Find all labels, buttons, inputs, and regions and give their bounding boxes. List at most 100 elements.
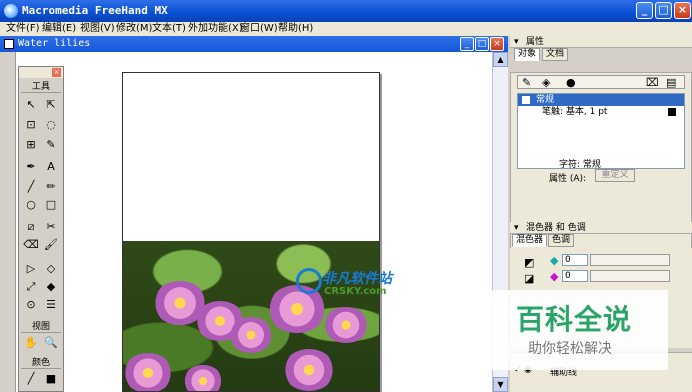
fill-color-icon[interactable]: ■ <box>43 371 59 387</box>
tools-panel-header[interactable]: × <box>19 67 63 78</box>
pen-tool-icon[interactable]: ✒ <box>23 159 39 175</box>
properties-panel-header[interactable]: ▾ 属性 <box>510 36 692 48</box>
checkbox-icon <box>522 96 530 104</box>
delete-icon[interactable]: ⌧ <box>646 76 659 89</box>
fill-icon[interactable]: ◈ <box>542 76 550 89</box>
tab-document[interactable]: 文档 <box>542 48 569 61</box>
tab-tints[interactable]: 色调 <box>548 234 575 247</box>
properties-list: 常规 笔触: 基本, 1 pt <box>517 93 685 169</box>
magenta-value-input[interactable]: 0 <box>562 270 588 282</box>
stroke-color-icon[interactable]: ╱ <box>23 371 39 387</box>
perspective-tool-icon[interactable]: ▷ <box>23 261 39 277</box>
scroll-up-icon[interactable]: ▲ <box>493 52 508 67</box>
menu-xtras[interactable]: 外加功能(X) <box>188 22 243 36</box>
eyedropper-tool-icon[interactable]: ✎ <box>43 137 59 153</box>
document-window: Water lilies _ □ × ▲ ▼ 非凡软件站 CRSKY.com <box>0 36 508 392</box>
mixer-panel-title: 混色器 和 色调 <box>526 223 586 233</box>
stroke-color-icon[interactable]: ◩ <box>524 256 534 269</box>
lily-flower <box>123 353 173 391</box>
menu-text[interactable]: 文本(T) <box>152 22 186 36</box>
transform-tool-icon[interactable]: ⤢ <box>23 279 39 295</box>
freehand-icon <box>4 4 18 18</box>
document-title: Water lilies <box>18 38 91 49</box>
canvas-page[interactable] <box>122 72 380 392</box>
menu-window[interactable]: 窗口(W) <box>240 22 278 36</box>
baike-watermark-subtitle: 助你轻松解决 <box>528 341 612 357</box>
stroke-icon[interactable]: ✎ <box>522 76 531 89</box>
tab-mixer[interactable]: 混色器 <box>512 234 548 247</box>
pencil-tool-icon[interactable]: ✏ <box>43 179 59 195</box>
crsky-watermark-url: CRSKY.com <box>324 286 387 297</box>
subselect-tool-icon[interactable]: ⇱ <box>43 97 59 113</box>
menu-modify[interactable]: 修改(M) <box>116 22 152 36</box>
close-button[interactable]: × <box>674 2 691 19</box>
list-item-label: 常规 <box>536 95 555 105</box>
mixer-panel-header[interactable]: ▾ 混色器 和 色调 <box>510 222 692 234</box>
vertical-ruler <box>0 52 16 392</box>
fill-tool-icon[interactable]: ◆ <box>43 279 59 295</box>
color-swatch[interactable] <box>668 108 676 116</box>
menu-edit[interactable]: 编辑(E) <box>42 22 76 36</box>
page-tool-icon[interactable]: ⊡ <box>23 117 39 133</box>
cyan-slider[interactable] <box>590 254 670 266</box>
rectangle-tool-icon[interactable]: □ <box>43 197 59 213</box>
doc-maximize-button[interactable]: □ <box>475 37 489 51</box>
app-title: Macromedia FreeHand MX <box>22 4 168 17</box>
baike-watermark-text: 百科全说 <box>516 303 633 336</box>
list-item[interactable]: 笔触: 基本, 1 pt <box>518 106 684 118</box>
menu-view[interactable]: 视图(V) <box>80 22 115 36</box>
tools-panel: × 工具 ↖ ⇱ ⊡ ◌ ⊞ ✎ ✒ A ╱ ✏ ○ □ ⧄ ✂ ⌫ 🖌 ▷ ◇… <box>18 66 64 392</box>
hand-tool-icon[interactable]: ✋ <box>23 335 39 351</box>
minimize-button[interactable]: _ <box>636 2 653 19</box>
brush-tool-icon[interactable]: 🖌 <box>43 237 59 253</box>
menu-bar: 文件(F) 编辑(E) 视图(V) 修改(M) 文本(T) 外加功能(X) 窗口… <box>0 22 692 36</box>
attribute-label: 属性 (A): <box>549 174 587 184</box>
pointer-tool-icon[interactable]: ↖ <box>23 97 39 113</box>
tools-section-label: 工具 <box>21 81 61 93</box>
chevron-down-icon[interactable]: ▾ <box>514 222 519 234</box>
view-section-label: 视图 <box>21 321 61 333</box>
cyan-value-input[interactable]: 0 <box>562 254 588 266</box>
chart-tool-icon[interactable]: ☰ <box>43 297 59 313</box>
text-tool-icon[interactable]: A <box>43 159 59 175</box>
cyan-icon: ◆ <box>550 254 559 267</box>
lasso-tool-icon[interactable]: ◌ <box>43 117 59 133</box>
close-icon[interactable]: × <box>52 68 61 77</box>
scale-tool-icon[interactable]: ⊞ <box>23 137 39 153</box>
document-icon <box>4 39 14 49</box>
ellipse-tool-icon[interactable]: ○ <box>23 197 39 213</box>
lily-flower <box>229 317 273 353</box>
doc-minimize-button[interactable]: _ <box>460 37 474 51</box>
colors-section-label: 颜色 <box>21 357 61 369</box>
baike-watermark: 百科全说 助你轻松解决 <box>492 290 668 370</box>
connector-tool-icon[interactable]: ⊙ <box>23 297 39 313</box>
crsky-watermark-text: 非凡软件站 <box>322 271 392 287</box>
list-item[interactable]: 常规 <box>518 94 684 106</box>
duplicate-icon[interactable]: ▤ <box>666 76 676 89</box>
blend-tool-icon[interactable]: ◇ <box>43 261 59 277</box>
properties-toolbar: ✎ ◈ ● ⌧ ▤ <box>517 75 685 89</box>
scroll-down-icon[interactable]: ▼ <box>493 377 508 392</box>
eraser-tool-icon[interactable]: ⌫ <box>23 237 39 253</box>
magenta-icon: ◆ <box>550 270 559 283</box>
chevron-down-icon[interactable]: ▾ <box>514 36 519 48</box>
crsky-watermark: 非凡软件站 CRSKY.com <box>292 264 404 304</box>
app-titlebar: Macromedia FreeHand MX _ □ × <box>0 0 692 22</box>
zoom-tool-icon[interactable]: 🔍 <box>43 335 59 351</box>
lily-flower <box>283 349 335 391</box>
lily-flower <box>183 365 223 391</box>
effects-icon[interactable]: ● <box>566 76 576 89</box>
line-tool-icon[interactable]: ╱ <box>23 179 39 195</box>
maximize-button[interactable]: □ <box>655 2 672 19</box>
redefine-button[interactable]: 重定义 <box>595 169 635 182</box>
menu-help[interactable]: 帮助(H) <box>278 22 313 36</box>
menu-file[interactable]: 文件(F) <box>6 22 40 36</box>
doc-close-button[interactable]: × <box>490 37 504 51</box>
list-item-label: 笔触: 基本, 1 pt <box>542 107 608 117</box>
crop-tool-icon[interactable]: ⧄ <box>23 219 39 235</box>
magenta-slider[interactable] <box>590 270 670 282</box>
properties-panel-title: 属性 <box>526 37 545 47</box>
fill-color-icon[interactable]: ◪ <box>524 272 534 285</box>
tab-object[interactable]: 对象 <box>514 48 541 61</box>
knife-tool-icon[interactable]: ✂ <box>43 219 59 235</box>
